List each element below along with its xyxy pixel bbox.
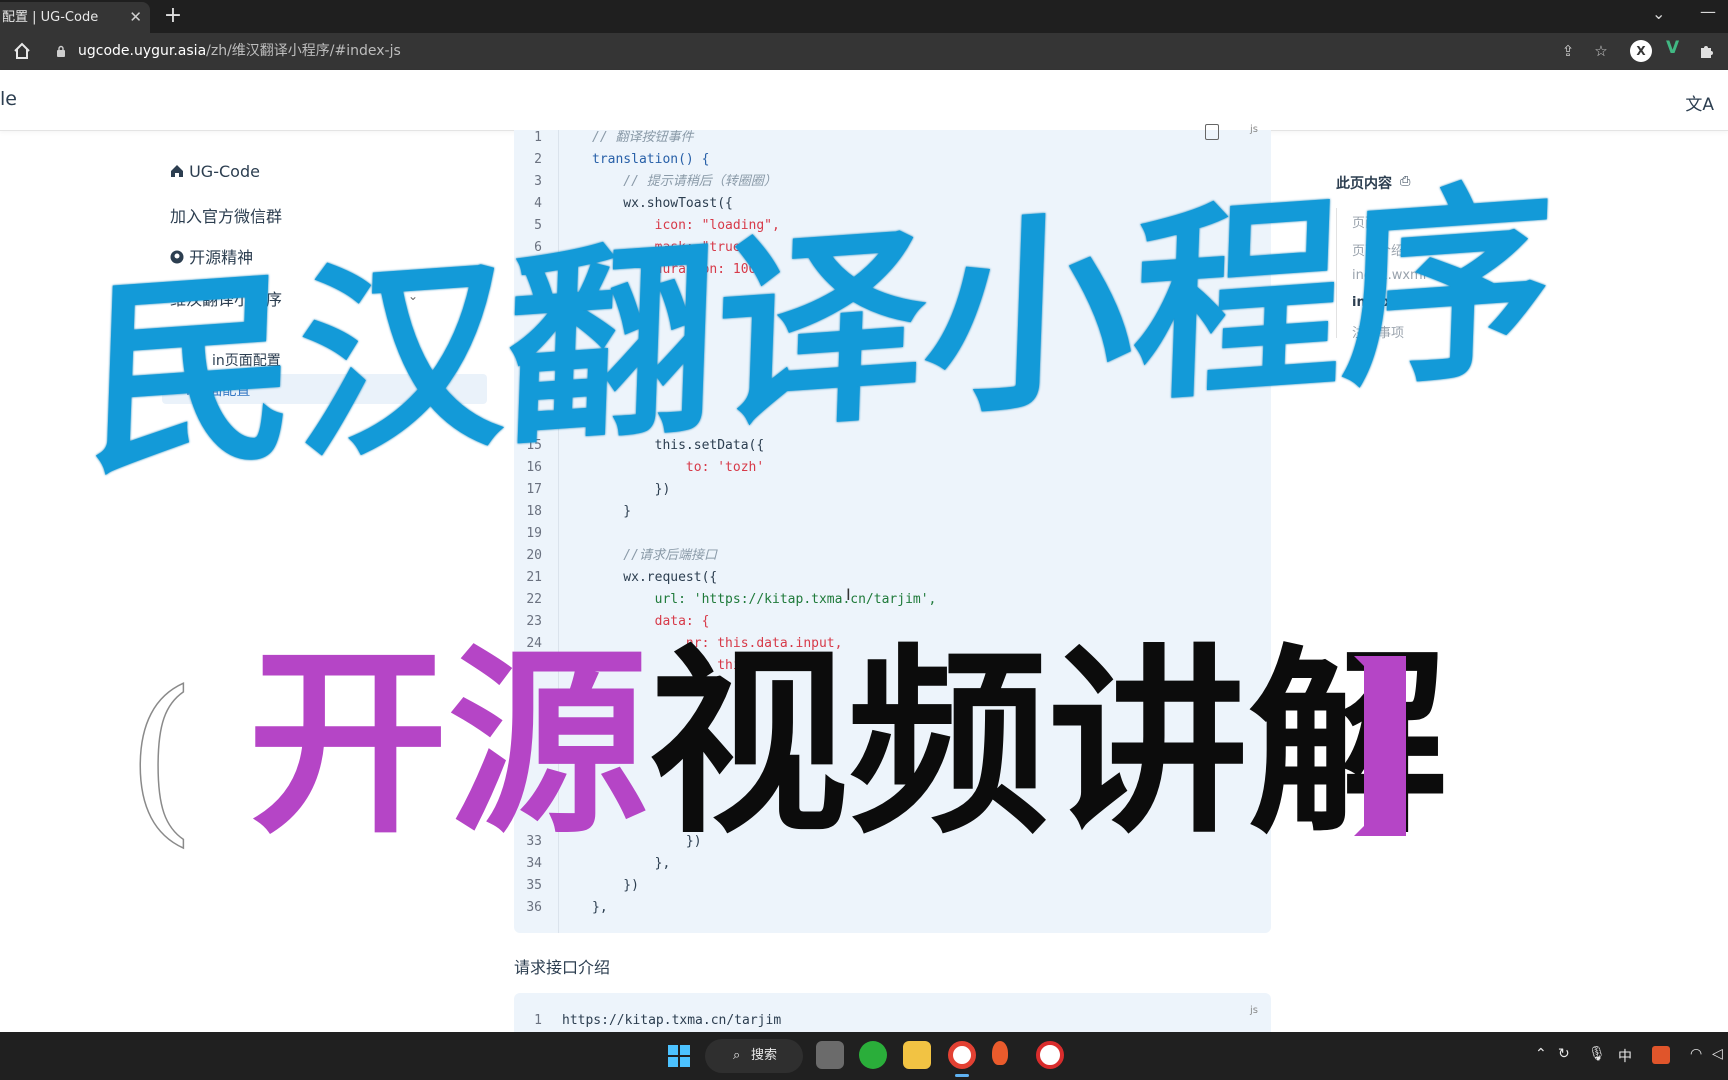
code-line: 36}, (526, 900, 608, 915)
tray-sync-icon[interactable]: ↻ (1558, 1046, 1570, 1062)
ime-indicator[interactable]: 中 (1618, 1046, 1632, 1066)
sidebar-item-label: 加入官方微信群 (170, 207, 283, 226)
browser-tab[interactable]: 配置 | UG-Code ✕ (0, 2, 150, 33)
code-line: 20 //请求后端接口 (526, 548, 717, 563)
tab-search-icon[interactable]: ⌄ (1652, 4, 1665, 23)
text-cursor-icon: I (846, 585, 851, 604)
home-icon (171, 165, 183, 177)
task-view-icon[interactable] (816, 1041, 844, 1069)
tray-mic-icon[interactable]: 🎙 (1588, 1046, 1606, 1062)
url-text: ugcode.uygur.asia/zh/维汉翻译小程序/#index-js (78, 37, 401, 66)
vue-devtools-icon[interactable]: V (1666, 38, 1679, 58)
search-icon: ⌕ (733, 1048, 741, 1063)
code-line: 35 }) (526, 878, 639, 893)
minimize-icon[interactable]: — (1700, 2, 1716, 21)
url-host: ugcode.uygur.asia (78, 43, 207, 59)
file-explorer-icon[interactable] (903, 1041, 931, 1069)
sogou-icon[interactable] (1652, 1046, 1670, 1064)
chrome-icon[interactable] (948, 1041, 976, 1069)
overlay-sub-purple: 开源 (248, 628, 649, 861)
code-line: 1// 翻译按钮事件 (534, 130, 694, 145)
share-icon[interactable]: ⇪ (1558, 41, 1578, 61)
overlay-title: 民汉翻译小程序 (84, 160, 1556, 504)
extension-x-icon[interactable]: X (1630, 40, 1652, 62)
sidebar-item-label: UG-Code (189, 162, 260, 181)
code-line: 21 wx.request({ (526, 570, 718, 585)
code-line: 18 } (526, 504, 632, 519)
windows-start-icon[interactable] (668, 1045, 690, 1067)
active-app-indicator (955, 1074, 969, 1077)
code-line: 19 (526, 526, 542, 541)
tab-title: 配置 | UG-Code (2, 10, 99, 25)
tray-chevron-icon[interactable]: ⌃ (1535, 1046, 1547, 1062)
overlay-sub-black: 视频讲解 (648, 628, 1449, 861)
bracket-left: ( (125, 654, 197, 863)
browser-tab-bar: 配置 | UG-Code ✕ + ⌄ — (0, 0, 1728, 33)
wifi-icon[interactable]: ◠ (1690, 1046, 1702, 1062)
new-tab-button[interactable]: + (162, 5, 184, 28)
taskbar-search[interactable]: ⌕ 搜索 (705, 1039, 803, 1073)
close-tab-icon[interactable]: ✕ (129, 2, 142, 33)
code-line: 1 https://kitap.txma.cn/tarjim (534, 1013, 782, 1028)
microphone-app-icon[interactable] (992, 1041, 1008, 1065)
overlay-subtitle: 开源视频讲解 (248, 630, 1448, 860)
address-bar: ugcode.uygur.asia/zh/维汉翻译小程序/#index-js ⇪… (0, 33, 1728, 70)
recorder-icon[interactable] (1036, 1041, 1064, 1069)
site-title[interactable]: le (0, 88, 17, 110)
translate-icon[interactable]: 文A (1685, 90, 1714, 115)
wechat-icon[interactable] (859, 1041, 887, 1069)
section-heading: 请求接口介绍 (514, 958, 611, 977)
star-icon[interactable]: ☆ (1591, 41, 1611, 61)
code-line: 2 translation() { (534, 152, 710, 167)
sidebar-item-ug-code[interactable]: UG-Code (170, 162, 260, 181)
extensions-puzzle-icon[interactable] (1698, 42, 1716, 60)
url-path: /zh/维汉翻译小程序/#index-js (206, 43, 401, 59)
sidebar-item-wechat-group[interactable]: 加入官方微信群 (170, 203, 282, 227)
lock-icon (57, 45, 65, 57)
search-label: 搜索 (751, 1048, 778, 1063)
code-line: 22 url: 'https://kitap.txma.cn/tarjim', (526, 592, 937, 607)
url-input[interactable]: ugcode.uygur.asia/zh/维汉翻译小程序/#index-js (44, 37, 1544, 66)
site-header: le 文A (0, 70, 1728, 131)
home-icon[interactable] (12, 41, 32, 61)
volume-icon[interactable]: ◁ (1712, 1046, 1723, 1062)
bracket-right (1354, 656, 1406, 836)
